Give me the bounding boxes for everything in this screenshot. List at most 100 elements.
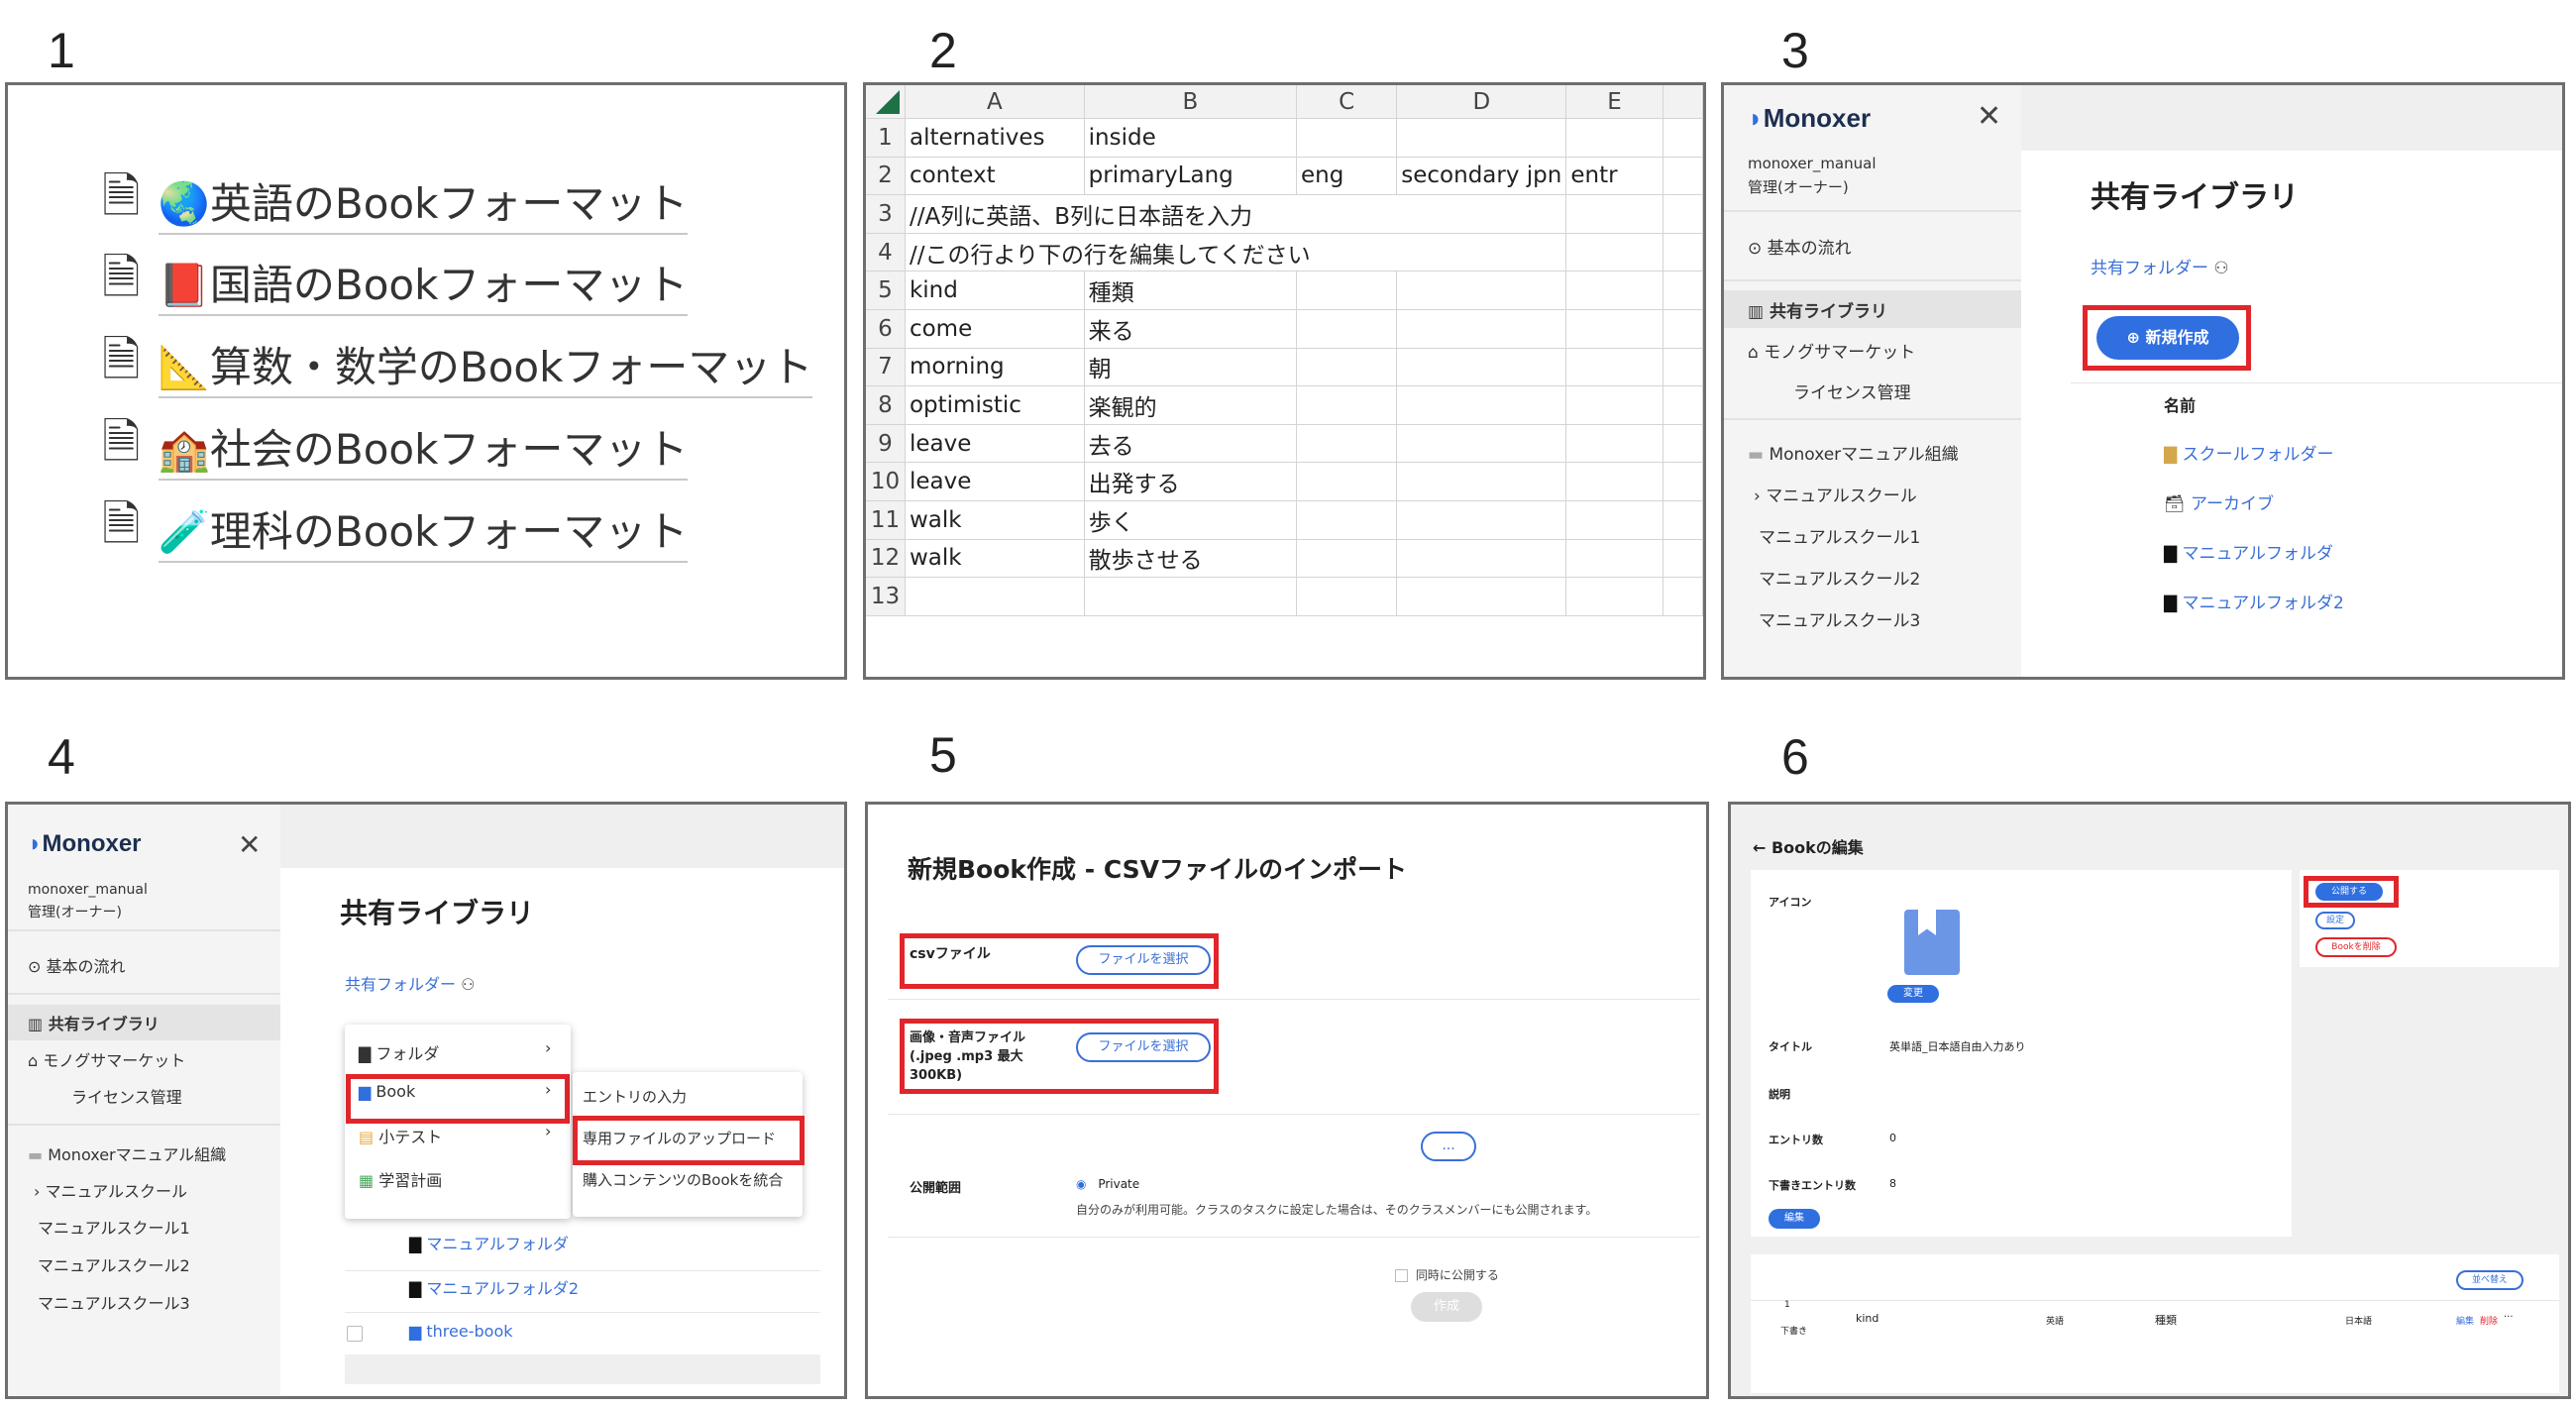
menu-item-plan[interactable]: ▦ 学習計画 bbox=[359, 1167, 442, 1191]
cell[interactable] bbox=[1296, 539, 1398, 579]
row-number[interactable]: 12 bbox=[866, 539, 906, 579]
back-title[interactable]: ← Bookの編集 bbox=[1753, 834, 1864, 858]
cell[interactable] bbox=[1296, 424, 1398, 464]
cell[interactable] bbox=[1396, 539, 1567, 579]
menu-item-quiz[interactable]: ▤ 小テスト bbox=[359, 1124, 442, 1147]
list-item[interactable]: ▇ マニュアルフォルダ2 bbox=[409, 1275, 579, 1299]
column-header[interactable]: E bbox=[1565, 85, 1664, 119]
menu-item-folder[interactable]: ▇ フォルダ bbox=[359, 1040, 439, 1064]
cell[interactable] bbox=[1296, 348, 1398, 387]
cell[interactable]: //A列に英語、B列に日本語を入力 bbox=[905, 194, 1397, 234]
row-number[interactable]: 11 bbox=[866, 500, 906, 540]
cell[interactable]: 歩く bbox=[1084, 500, 1298, 540]
cell[interactable] bbox=[1565, 577, 1664, 616]
cell[interactable]: primaryLang bbox=[1084, 157, 1298, 196]
cell[interactable] bbox=[1396, 500, 1567, 540]
submenu-entry-input[interactable]: エントリの入力 bbox=[583, 1086, 687, 1107]
cell[interactable]: alternatives bbox=[905, 118, 1085, 158]
more-icon[interactable]: ··· bbox=[2504, 1312, 2514, 1323]
cell[interactable] bbox=[1396, 348, 1567, 387]
row-number[interactable]: 8 bbox=[866, 385, 906, 425]
private-radio[interactable]: ◉ Private bbox=[1076, 1177, 1139, 1191]
cell[interactable]: walk bbox=[905, 539, 1085, 579]
list-item[interactable]: 🗃 アーカイブ bbox=[2164, 489, 2274, 514]
nav-school-1[interactable]: マニュアルスクール1 bbox=[1759, 523, 1920, 548]
new-create-button[interactable]: ⊕ 新規作成 bbox=[2096, 316, 2239, 360]
cell[interactable] bbox=[1565, 462, 1664, 501]
cell[interactable] bbox=[1396, 118, 1567, 158]
nav-shared-library[interactable]: ▥ 共有ライブラリ bbox=[1748, 297, 1887, 322]
nav-school-2[interactable]: マニュアルスクール2 bbox=[38, 1252, 190, 1276]
close-icon[interactable]: ✕ bbox=[238, 828, 261, 861]
cell[interactable] bbox=[1396, 309, 1567, 349]
cell[interactable]: leave bbox=[905, 424, 1085, 464]
cell[interactable] bbox=[1565, 348, 1664, 387]
media-file-button[interactable]: ファイルを選択 bbox=[1076, 1032, 1211, 1062]
format-link-math[interactable]: 🗎 📐算数・数学のBookフォーマット bbox=[102, 332, 813, 398]
cell[interactable]: entr bbox=[1565, 157, 1664, 196]
submenu-merge-purchased[interactable]: 購入コンテンツのBookを統合 bbox=[583, 1169, 783, 1190]
row-checkbox[interactable] bbox=[347, 1326, 363, 1342]
cell[interactable]: 種類 bbox=[1084, 271, 1298, 310]
nav-basic-flow[interactable]: ⊙ 基本の流れ bbox=[28, 953, 126, 977]
nav-school[interactable]: › マニュアルスクール bbox=[1754, 482, 1917, 506]
breadcrumb[interactable]: 共有フォルダー ⚇ bbox=[2091, 254, 2229, 278]
row-number[interactable]: 1 bbox=[866, 118, 906, 158]
cell[interactable] bbox=[1396, 424, 1567, 464]
row-number[interactable]: 6 bbox=[866, 309, 906, 349]
cell[interactable] bbox=[1296, 309, 1398, 349]
cell[interactable]: secondary jpn bbox=[1396, 157, 1567, 196]
list-item[interactable]: ▇ スクールフォルダー bbox=[2164, 440, 2333, 465]
sort-button[interactable]: 並べ替え bbox=[2456, 1270, 2523, 1290]
nav-basic-flow[interactable]: ⊙ 基本の流れ bbox=[1748, 234, 1852, 259]
column-header[interactable]: B bbox=[1084, 85, 1298, 119]
cell[interactable] bbox=[1296, 271, 1398, 310]
delete-book-button[interactable]: Bookを削除 bbox=[2315, 937, 2397, 957]
csv-file-button[interactable]: ファイルを選択 bbox=[1076, 945, 1211, 975]
cell[interactable] bbox=[1565, 424, 1664, 464]
cell[interactable] bbox=[1565, 118, 1664, 158]
cell[interactable] bbox=[1565, 271, 1664, 310]
cell[interactable] bbox=[1565, 385, 1664, 425]
nav-school-3[interactable]: マニュアルスクール3 bbox=[1759, 606, 1920, 631]
row-number[interactable]: 5 bbox=[866, 271, 906, 310]
cell[interactable] bbox=[1565, 194, 1664, 234]
cell[interactable]: context bbox=[905, 157, 1085, 196]
cell[interactable] bbox=[1296, 118, 1398, 158]
more-options-button[interactable]: ... bbox=[1421, 1132, 1476, 1161]
cell[interactable] bbox=[1396, 194, 1567, 234]
nav-school-3[interactable]: マニュアルスクール3 bbox=[38, 1290, 190, 1314]
cell[interactable] bbox=[1396, 233, 1567, 272]
list-item[interactable]: ▆ three-book bbox=[409, 1322, 513, 1341]
cell[interactable] bbox=[1396, 385, 1567, 425]
row-number[interactable]: 9 bbox=[866, 424, 906, 464]
cell[interactable] bbox=[1396, 577, 1567, 616]
row-number[interactable]: 13 bbox=[866, 577, 906, 616]
format-link-social[interactable]: 🗎 🏫社会のBookフォーマット bbox=[102, 414, 689, 481]
cell[interactable]: 朝 bbox=[1084, 348, 1298, 387]
cell[interactable] bbox=[1084, 577, 1298, 616]
column-header[interactable]: A bbox=[905, 85, 1085, 119]
cell[interactable]: 来る bbox=[1084, 309, 1298, 349]
cell[interactable]: //この行より下の行を編集してください bbox=[905, 233, 1397, 272]
row-number[interactable]: 4 bbox=[866, 233, 906, 272]
change-icon-button[interactable]: 変更 bbox=[1887, 985, 1939, 1003]
cell[interactable] bbox=[1296, 385, 1398, 425]
list-item[interactable]: ▇ マニュアルフォルダ bbox=[2164, 539, 2333, 564]
cell[interactable]: come bbox=[905, 309, 1085, 349]
nav-monogo-market[interactable]: ⌂ モノグサマーケット bbox=[28, 1047, 185, 1071]
close-icon[interactable]: ✕ bbox=[1977, 99, 2001, 134]
cell[interactable] bbox=[1296, 462, 1398, 501]
column-header[interactable]: D bbox=[1396, 85, 1567, 119]
nav-license[interactable]: ライセンス管理 bbox=[71, 1084, 182, 1108]
row-number[interactable]: 3 bbox=[866, 194, 906, 234]
row-number[interactable]: 10 bbox=[866, 462, 906, 501]
cell[interactable]: morning bbox=[905, 348, 1085, 387]
cell[interactable] bbox=[1396, 271, 1567, 310]
format-link-science[interactable]: 🗎 🧪理科のBookフォーマット bbox=[102, 496, 689, 563]
nav-school-2[interactable]: マニュアルスクール2 bbox=[1759, 565, 1920, 590]
entry-delete-link[interactable]: 削除 bbox=[2480, 1314, 2498, 1327]
column-header[interactable]: C bbox=[1296, 85, 1398, 119]
cell[interactable] bbox=[1296, 500, 1398, 540]
nav-monogo-market[interactable]: ⌂ モノグサマーケット bbox=[1748, 338, 1915, 363]
